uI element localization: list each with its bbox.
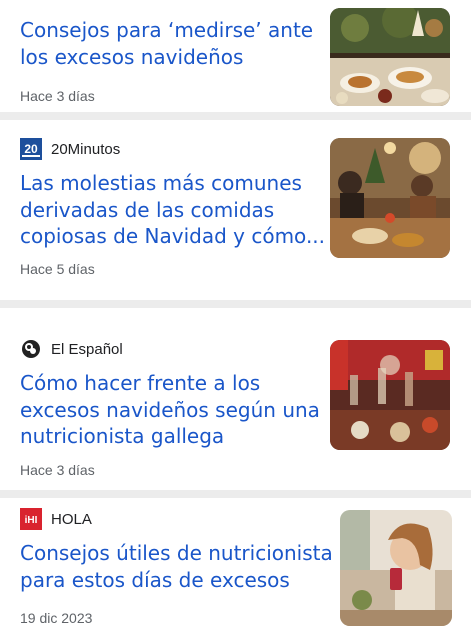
dinner-toast-image xyxy=(330,138,450,258)
article-date: Hace 3 días xyxy=(20,88,95,104)
card-divider xyxy=(0,300,471,308)
article-headline[interactable]: Cómo hacer frente a los excesos navideño… xyxy=(20,370,320,450)
article-date: Hace 5 días xyxy=(20,261,95,277)
source-row: 20 20Minutos xyxy=(20,138,120,160)
20minutos-logo-icon: 20 xyxy=(20,138,42,160)
article-date: Hace 3 días xyxy=(20,462,95,478)
article-thumbnail-christmas-table[interactable] xyxy=(330,8,450,106)
article-thumbnail-dinner-toast[interactable] xyxy=(330,138,450,258)
svg-text:20: 20 xyxy=(24,142,38,156)
el-espanol-logo-icon xyxy=(20,338,42,360)
wine-toast-image xyxy=(330,340,450,450)
article-thumbnail-toast-glasses[interactable] xyxy=(330,340,450,450)
card-divider xyxy=(0,112,471,120)
hola-logo-icon: iHI xyxy=(20,508,42,530)
article-headline[interactable]: Las molestias más comunes derivadas de l… xyxy=(20,170,325,250)
source-name: HOLA xyxy=(51,510,92,528)
article-thumbnail-woman-drinking[interactable] xyxy=(340,510,452,626)
news-card-4[interactable]: iHI HOLA Consejos útiles de nutricionist… xyxy=(0,498,471,638)
source-row: iHI HOLA xyxy=(20,508,92,530)
source-name: 20Minutos xyxy=(51,140,121,158)
source-row: El Español xyxy=(20,338,123,360)
woman-drink-image xyxy=(340,510,452,626)
article-headline[interactable]: Consejos útiles de nutricionista para es… xyxy=(20,540,333,593)
news-card-1[interactable]: Consejos para ‘medirse’ ante los excesos… xyxy=(0,0,471,112)
card-divider xyxy=(0,490,471,498)
news-card-2[interactable]: 20 20Minutos Las molestias más comunes d… xyxy=(0,120,471,300)
article-date: 19 dic 2023 xyxy=(20,610,93,626)
news-card-3[interactable]: El Español Cómo hacer frente a los exces… xyxy=(0,308,471,490)
svg-text:iHI: iHI xyxy=(25,515,38,526)
source-name: El Español xyxy=(51,340,123,358)
article-headline[interactable]: Consejos para ‘medirse’ ante los excesos… xyxy=(20,17,313,70)
christmas-dinner-image xyxy=(330,8,450,106)
